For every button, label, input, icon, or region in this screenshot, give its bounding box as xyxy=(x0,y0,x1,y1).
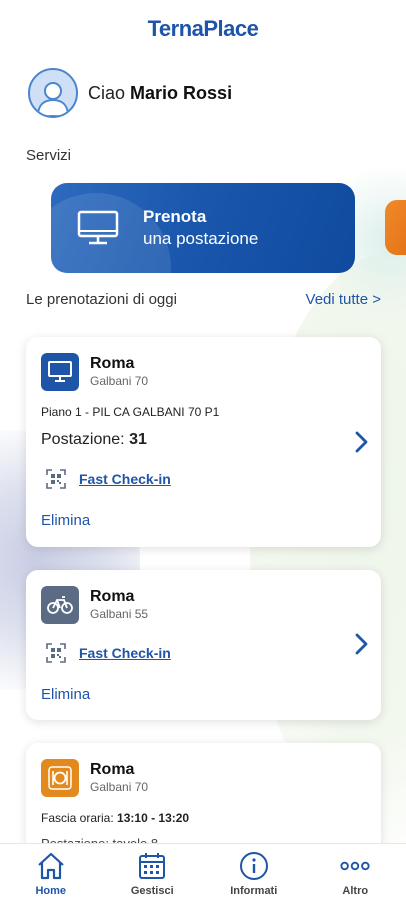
booking-card[interactable]: Roma Galbani 55 Fast Check-in Elimina xyxy=(26,570,381,720)
booking-location: Roma Galbani 55 xyxy=(41,586,148,624)
workstation-label: Postazione: xyxy=(41,431,125,448)
nav-info-label: Informati xyxy=(230,885,278,897)
more-icon xyxy=(339,850,371,882)
nav-manage[interactable]: Gestisci xyxy=(107,844,197,897)
bicycle-icon xyxy=(41,586,79,624)
today-bookings-header: Le prenotazioni di oggi Vedi tutte > xyxy=(26,291,381,308)
calendar-icon xyxy=(136,850,168,882)
user-greeting: Ciao Mario Rossi xyxy=(28,68,232,118)
app-logo: TernaPlace xyxy=(147,16,259,41)
fast-checkin-link[interactable]: Fast Check-in xyxy=(46,643,171,663)
home-screen: TernaPlace Ciao Mario Rossi Servizi Pren… xyxy=(0,0,406,900)
bottom-navigation: Home Gestisci Informati Altro xyxy=(0,843,406,900)
delete-booking-button[interactable]: Elimina xyxy=(41,686,90,703)
booking-city: Roma xyxy=(90,355,135,372)
booking-card[interactable]: Roma Galbani 70 Piano 1 - PIL CA GALBANI… xyxy=(26,337,381,547)
see-all-link[interactable]: Vedi tutte > xyxy=(306,291,381,308)
qr-scan-icon xyxy=(46,643,66,663)
fast-checkin-label: Fast Check-in xyxy=(79,645,171,661)
nav-home-label: Home xyxy=(35,885,67,897)
delete-booking-button[interactable]: Elimina xyxy=(41,512,90,529)
booking-address: Galbani 55 xyxy=(90,607,149,621)
nav-home[interactable]: Home xyxy=(6,844,96,897)
book-title: Prenota xyxy=(143,207,207,226)
time-slot-value: 13:10 - 13:20 xyxy=(117,811,190,825)
dining-icon xyxy=(41,759,79,797)
qr-scan-icon xyxy=(46,469,66,489)
monitor-icon xyxy=(77,210,119,245)
booking-address: Galbani 70 xyxy=(90,374,149,388)
greeting-text: Ciao Mario Rossi xyxy=(88,83,232,104)
chevron-right-icon[interactable] xyxy=(351,632,371,656)
home-icon xyxy=(35,850,67,882)
booking-city: Roma xyxy=(90,588,135,605)
booking-location: Roma Galbani 70 xyxy=(41,759,148,797)
info-icon xyxy=(238,850,270,882)
user-name: Mario Rossi xyxy=(130,82,233,103)
fast-checkin-link[interactable]: Fast Check-in xyxy=(46,469,171,489)
booking-workstation: Postazione: 31 xyxy=(41,431,147,449)
booking-location: Roma Galbani 70 xyxy=(41,353,148,391)
booking-floor: Piano 1 - PIL CA GALBANI 70 P1 xyxy=(41,405,220,419)
workstation-number: 31 xyxy=(129,431,147,448)
time-slot-label: Fascia oraria: xyxy=(41,811,114,825)
booking-time-slot: Fascia oraria: 13:10 - 13:20 xyxy=(41,811,189,825)
user-icon xyxy=(36,82,70,116)
fast-checkin-label: Fast Check-in xyxy=(79,471,171,487)
avatar[interactable] xyxy=(28,68,78,118)
book-subtitle: una postazione xyxy=(143,229,259,248)
nav-more-label: Altro xyxy=(342,885,369,897)
services-label: Servizi xyxy=(26,147,72,164)
nav-info[interactable]: Informati xyxy=(209,844,299,897)
nav-more[interactable]: Altro xyxy=(310,844,400,897)
next-service-card[interactable] xyxy=(385,200,406,255)
chevron-right-icon[interactable] xyxy=(351,430,371,454)
today-bookings-label: Le prenotazioni di oggi xyxy=(26,291,177,308)
monitor-icon xyxy=(41,353,79,391)
book-workstation-button[interactable]: Prenota una postazione xyxy=(51,183,355,273)
booking-address: Galbani 70 xyxy=(90,780,149,794)
book-workstation-text: Prenota una postazione xyxy=(143,206,258,250)
booking-city: Roma xyxy=(90,761,135,778)
greeting-hello: Ciao xyxy=(88,82,126,103)
nav-manage-label: Gestisci xyxy=(130,885,174,897)
